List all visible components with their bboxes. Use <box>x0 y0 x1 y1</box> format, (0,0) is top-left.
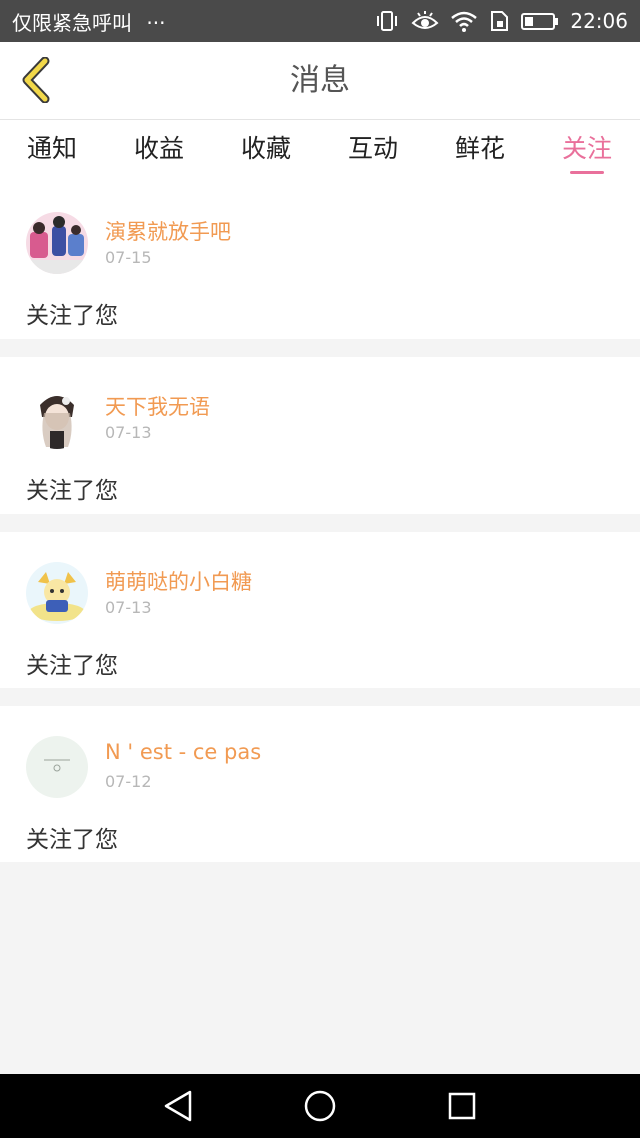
status-icons: 22:06 <box>374 9 628 33</box>
tab-label: 鲜花 <box>454 134 505 163</box>
eye-icon <box>411 11 439 29</box>
emergency-call-text: 仅限紧急呼叫 <box>12 10 132 35</box>
tab-label: 收益 <box>133 134 184 163</box>
sim-icon <box>491 11 509 31</box>
more-dots: ··· <box>146 10 166 35</box>
tab-follows[interactable]: 关注 <box>537 120 637 182</box>
message-date: 07-13 <box>105 423 152 442</box>
wifi-icon <box>451 11 478 32</box>
message-text: 关注了您 <box>26 478 118 504</box>
avatar[interactable] <box>26 736 88 798</box>
message-text: 关注了您 <box>26 303 118 329</box>
tab-earnings[interactable]: 收益 <box>109 120 209 182</box>
battery-icon <box>521 13 559 30</box>
clock: 22:06 <box>570 9 628 33</box>
username-link[interactable]: 天下我无语 <box>105 391 210 421</box>
message-text: 关注了您 <box>26 827 118 853</box>
nav-back-button[interactable] <box>158 1086 198 1126</box>
tab-label: 互动 <box>347 134 398 163</box>
message-date: 07-15 <box>105 248 152 267</box>
message-date: 07-13 <box>105 598 152 617</box>
tab-favorites[interactable]: 收藏 <box>216 120 316 182</box>
triangle-back-icon <box>164 1090 192 1122</box>
username-link[interactable]: 演累就放手吧 <box>105 216 231 246</box>
avatar-image <box>26 387 88 449</box>
tab-label: 通知 <box>26 134 77 163</box>
username-link[interactable]: N ' est - ce pas <box>105 740 261 764</box>
nav-home-button[interactable] <box>300 1086 340 1126</box>
vibrate-icon <box>377 11 398 31</box>
system-nav-bar <box>0 1074 640 1138</box>
username-link[interactable]: 萌萌哒的小白糖 <box>105 566 252 596</box>
tab-notifications[interactable]: 通知 <box>2 120 102 182</box>
active-tab-indicator <box>570 171 604 174</box>
carrier-text: 仅限紧急呼叫 ··· <box>12 7 374 36</box>
tab-label: 关注 <box>561 134 612 163</box>
list-item[interactable]: 天下我无语 07-13 关注了您 <box>0 357 640 514</box>
avatar[interactable] <box>26 212 88 274</box>
message-text: 关注了您 <box>26 653 118 679</box>
square-recent-icon <box>448 1092 476 1120</box>
list-item[interactable]: 萌萌哒的小白糖 07-13 关注了您 <box>0 532 640 688</box>
status-bar: 仅限紧急呼叫 ··· 22:06 <box>0 0 640 42</box>
avatar[interactable] <box>26 562 88 624</box>
avatar-image <box>26 736 88 798</box>
avatar-image <box>26 562 88 624</box>
title-bar: 消息 <box>0 42 640 120</box>
nav-recent-button[interactable] <box>442 1086 482 1126</box>
list-item[interactable]: 演累就放手吧 07-15 关注了您 <box>0 182 640 339</box>
message-date: 07-12 <box>105 772 152 791</box>
list-item[interactable]: N ' est - ce pas 07-12 关注了您 <box>0 706 640 862</box>
avatar-image <box>26 212 88 274</box>
tab-interactions[interactable]: 互动 <box>323 120 423 182</box>
tab-bar: 通知 收益 收藏 互动 鲜花 关注 <box>0 120 640 182</box>
page-title: 消息 <box>290 63 350 98</box>
tab-flowers[interactable]: 鲜花 <box>430 120 530 182</box>
circle-home-icon <box>304 1090 336 1122</box>
tab-label: 收藏 <box>240 134 291 163</box>
avatar[interactable] <box>26 387 88 449</box>
